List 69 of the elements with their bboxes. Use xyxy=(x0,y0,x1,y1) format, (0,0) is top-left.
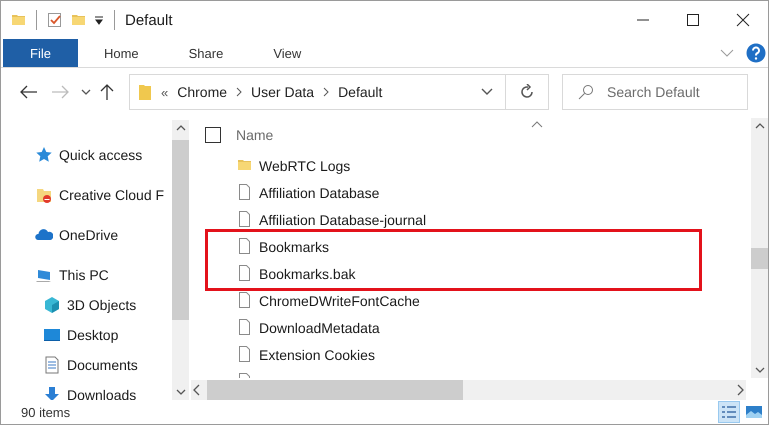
file-icon xyxy=(237,292,252,309)
checklist-icon xyxy=(47,12,63,28)
scroll-thumb[interactable] xyxy=(207,380,463,400)
up-arrow-icon[interactable] xyxy=(99,84,115,100)
nav-item[interactable]: This PC xyxy=(59,267,109,283)
monitor-icon xyxy=(43,326,61,344)
address-bar[interactable]: « Chrome User Data Default xyxy=(129,74,506,110)
scrollbar[interactable] xyxy=(751,118,768,378)
nav-item[interactable]: 3D Objects xyxy=(67,297,136,313)
folder-icon xyxy=(11,12,26,28)
folder-icon xyxy=(138,83,152,101)
file-icon xyxy=(237,238,252,255)
file-name[interactable]: Affiliation Database xyxy=(259,184,380,200)
folder-icon xyxy=(35,186,53,204)
chevron-down-icon xyxy=(720,48,734,58)
help-icon[interactable] xyxy=(746,43,766,63)
file-icon xyxy=(237,211,252,228)
file-name[interactable]: WebRTC Logs xyxy=(259,158,350,174)
file-icon xyxy=(237,346,252,363)
breadcrumb[interactable]: User Data xyxy=(251,84,314,100)
ribbon-tab[interactable]: Share xyxy=(164,39,248,67)
file-name[interactable]: DownloadMetadata xyxy=(259,320,380,336)
nav-item[interactable]: OneDrive xyxy=(59,227,118,243)
overflow-mark[interactable]: « xyxy=(161,84,168,100)
item-count: 90 items xyxy=(21,404,70,420)
nav-item[interactable]: Downloads xyxy=(67,387,136,400)
file-name[interactable]: ChromeDWriteFontCache xyxy=(259,292,420,308)
search-icon xyxy=(578,84,594,100)
ribbon-tab[interactable]: Home xyxy=(80,39,163,67)
list-icon xyxy=(721,405,737,419)
file-name[interactable]: Bookmarks.bak xyxy=(259,266,356,282)
select-all-checkbox[interactable] xyxy=(205,127,221,143)
download-icon xyxy=(43,386,61,400)
refresh-icon xyxy=(519,84,535,100)
maximize-icon[interactable] xyxy=(686,13,700,27)
scroll-thumb[interactable] xyxy=(172,140,189,320)
nav-item[interactable]: Creative Cloud F xyxy=(59,187,164,203)
scroll-thumb[interactable] xyxy=(751,248,768,269)
chevron-right-icon xyxy=(236,87,242,97)
folder-icon xyxy=(71,12,86,28)
details-view-button[interactable] xyxy=(718,401,740,423)
cube-icon xyxy=(43,296,61,314)
image-icon xyxy=(745,405,763,419)
scrollbar[interactable] xyxy=(172,120,189,400)
ribbon-tab[interactable]: File xyxy=(3,39,78,67)
refresh-button[interactable] xyxy=(506,74,549,110)
close-icon[interactable] xyxy=(736,13,750,27)
file-name[interactable]: Bookmarks xyxy=(259,238,330,254)
file-icon xyxy=(237,319,252,336)
file-name[interactable]: Extension Cookies xyxy=(259,346,375,362)
dropdown-icon xyxy=(94,15,104,25)
chevron-down-icon xyxy=(481,88,493,96)
file-icon xyxy=(237,184,252,201)
back-arrow-icon[interactable] xyxy=(20,84,38,100)
star-icon xyxy=(35,146,53,164)
nav-item[interactable]: Desktop xyxy=(67,327,118,343)
nav-item[interactable]: Documents xyxy=(67,357,138,373)
file-icon xyxy=(237,265,252,282)
window-title: Default xyxy=(125,12,173,28)
document-icon xyxy=(43,356,61,374)
nav-item[interactable]: Quick access xyxy=(59,147,142,163)
breadcrumb[interactable]: Default xyxy=(338,84,382,100)
search-field[interactable]: Search Default xyxy=(562,74,748,110)
chevron-right-icon xyxy=(323,87,330,97)
ribbon-tab[interactable]: View xyxy=(249,39,326,67)
column-header[interactable]: Name xyxy=(236,127,274,143)
scrollbar[interactable] xyxy=(191,380,746,400)
breadcrumb[interactable]: Chrome xyxy=(177,84,228,100)
file-name[interactable]: Affiliation Database-journal xyxy=(259,212,426,228)
